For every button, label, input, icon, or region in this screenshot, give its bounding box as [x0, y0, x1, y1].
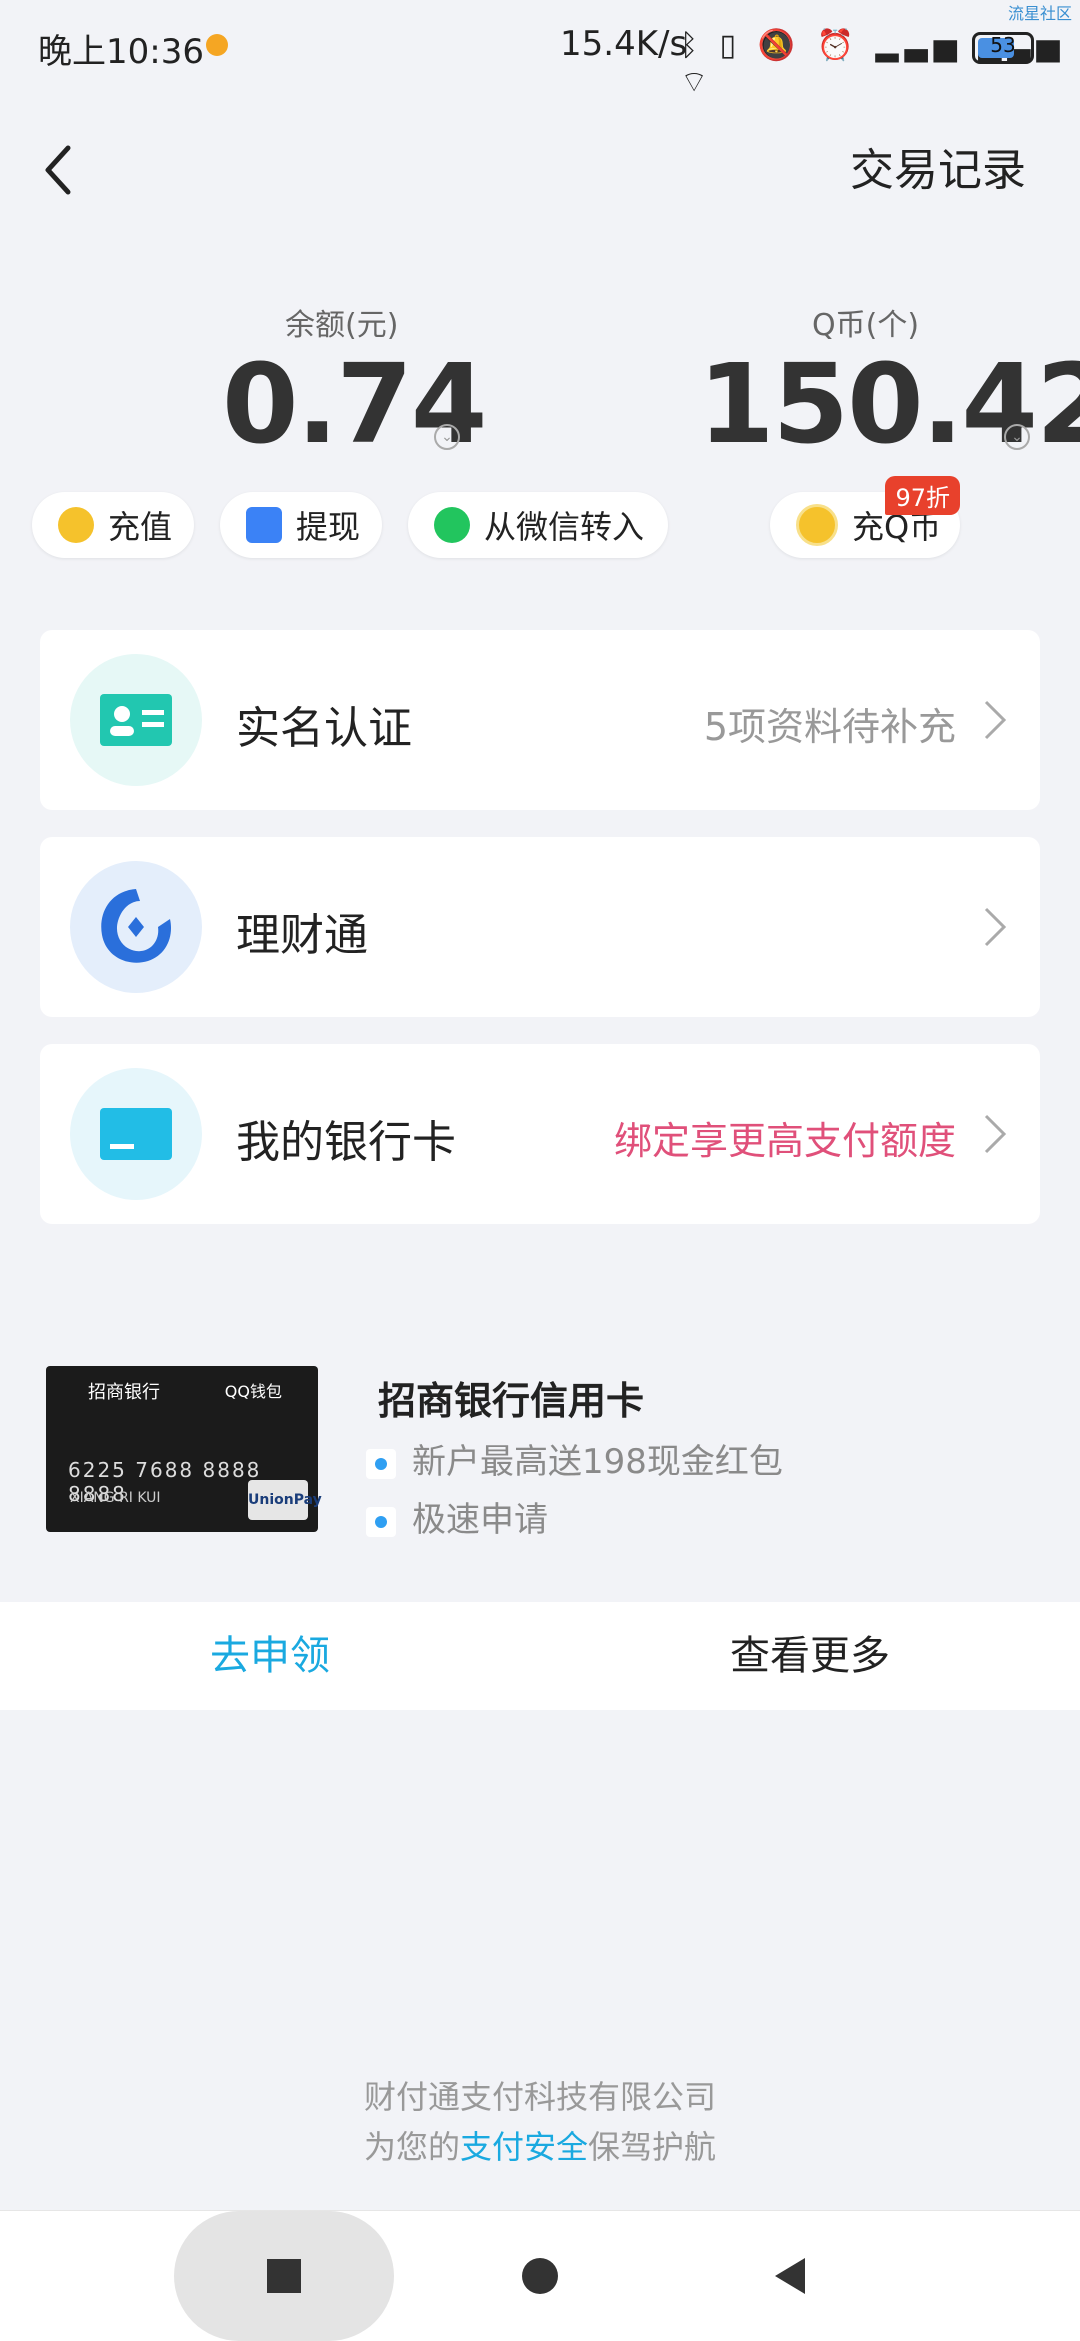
vibrate-icon: ▯: [719, 28, 743, 63]
chevron-right-icon: [984, 700, 1007, 740]
bluetooth-icon: ᛒ: [680, 28, 704, 63]
back-button[interactable]: [40, 140, 80, 200]
battery-icon: 53: [972, 32, 1034, 64]
bullet-icon: [366, 1448, 396, 1479]
id-card-icon: [70, 654, 202, 786]
circle-icon: [522, 2258, 558, 2294]
licaitong-row[interactable]: 理财通: [40, 837, 1040, 1017]
wechat-transfer-label: 从微信转入: [484, 508, 645, 546]
chevron-right-icon: [984, 907, 1007, 947]
qcoin-label: Q币(个): [812, 308, 920, 343]
chevron-right-icon: [984, 1114, 1007, 1154]
card-image-unionpay: UnionPay: [248, 1480, 322, 1520]
bank-cards-title: 我的银行卡: [236, 1117, 456, 1168]
card-image-bank: 招商银行: [88, 1382, 160, 1403]
square-icon: [267, 2259, 301, 2293]
recharge-label: 充值: [108, 508, 173, 546]
status-bar: 晚上10:36 15.4K/s ᛒ ▯ 🔕 ⏰ ▂▃▅ ▂▃▅ ⌔ 53: [0, 0, 1080, 100]
alarm-icon: ⏰: [816, 28, 860, 63]
recent-apps-button[interactable]: [174, 2211, 394, 2341]
qcoin-value[interactable]: 150.42: [698, 340, 1080, 468]
licaitong-title: 理财通: [236, 910, 368, 961]
promo-title: 招商银行信用卡: [378, 1379, 645, 1423]
my-bank-cards-row[interactable]: 我的银行卡 绑定享更高支付额度: [40, 1044, 1040, 1224]
triangle-back-icon: [775, 2258, 805, 2294]
coin-icon: [58, 507, 94, 543]
footer-slogan-post: 保驾护航: [588, 2128, 717, 2166]
status-time: 晚上10:36: [38, 32, 204, 72]
wechat-transfer-button[interactable]: 从微信转入: [408, 492, 668, 558]
bank-cards-hint: 绑定享更高支付额度: [613, 1119, 956, 1163]
watermark: 流星社区: [1007, 4, 1072, 23]
balance-toggle-icon[interactable]: ⌄: [434, 424, 460, 450]
chevron-left-icon: [45, 145, 71, 195]
real-name-hint: 5项资料待补充: [703, 705, 956, 749]
licaitong-icon: [70, 861, 202, 993]
real-name-verification-row[interactable]: 实名认证 5项资料待补充: [40, 630, 1040, 810]
claim-button[interactable]: 去申领: [0, 1602, 540, 1710]
see-more-button[interactable]: 查看更多: [540, 1602, 1080, 1710]
wifi-icon: ⌔: [680, 65, 715, 100]
card-image-name: XIANG RI KUI: [70, 1490, 161, 1506]
footer-slogan-highlight[interactable]: 支付安全: [460, 2128, 588, 2166]
footer-slogan: 为您的支付安全保驾护航: [0, 2122, 1080, 2168]
qcoin-toggle-icon[interactable]: ⌄: [1004, 424, 1030, 450]
network-speed: 15.4K/s: [560, 24, 688, 64]
signal-icon: ▂▃▅: [875, 28, 963, 63]
notification-emoji-icon: [206, 34, 228, 56]
home-button[interactable]: [500, 2211, 580, 2341]
promo-actions: 去申领 查看更多: [0, 1602, 1080, 1710]
battery-level: 53: [990, 33, 1016, 57]
qcoin-icon: [796, 504, 838, 546]
promo-line-2: 极速申请: [366, 1492, 548, 1541]
withdraw-button[interactable]: 提现: [220, 492, 382, 558]
card-image-qq: QQ钱包: [224, 1382, 282, 1401]
wechat-icon: [434, 507, 470, 543]
footer-slogan-pre: 为您的: [363, 2128, 460, 2166]
recharge-button[interactable]: 充值: [32, 492, 194, 558]
bank-card-icon: [70, 1068, 202, 1200]
promo-line-1-text: 新户最高送198现金红包: [412, 1442, 783, 1482]
balance-label: 余额(元): [285, 308, 399, 343]
mute-icon: 🔕: [757, 28, 801, 63]
discount-badge: 97折: [885, 476, 960, 515]
transaction-records-link[interactable]: 交易记录: [850, 134, 1026, 198]
withdraw-label: 提现: [296, 508, 361, 546]
wallet-icon: [246, 507, 282, 543]
promo-line-2-text: 极速申请: [412, 1500, 548, 1540]
bullet-icon: [366, 1506, 396, 1537]
real-name-title: 实名认证: [236, 703, 412, 754]
nav-back-button[interactable]: [750, 2211, 830, 2341]
system-nav-bar: [0, 2210, 1080, 2341]
footer-company: 财付通支付科技有限公司: [363, 2078, 716, 2116]
promo-line-1: 新户最高送198现金红包: [366, 1434, 783, 1483]
credit-card-image[interactable]: 招商银行 QQ钱包 6225 7688 8888 8888 XIANG RI K…: [46, 1366, 322, 1532]
